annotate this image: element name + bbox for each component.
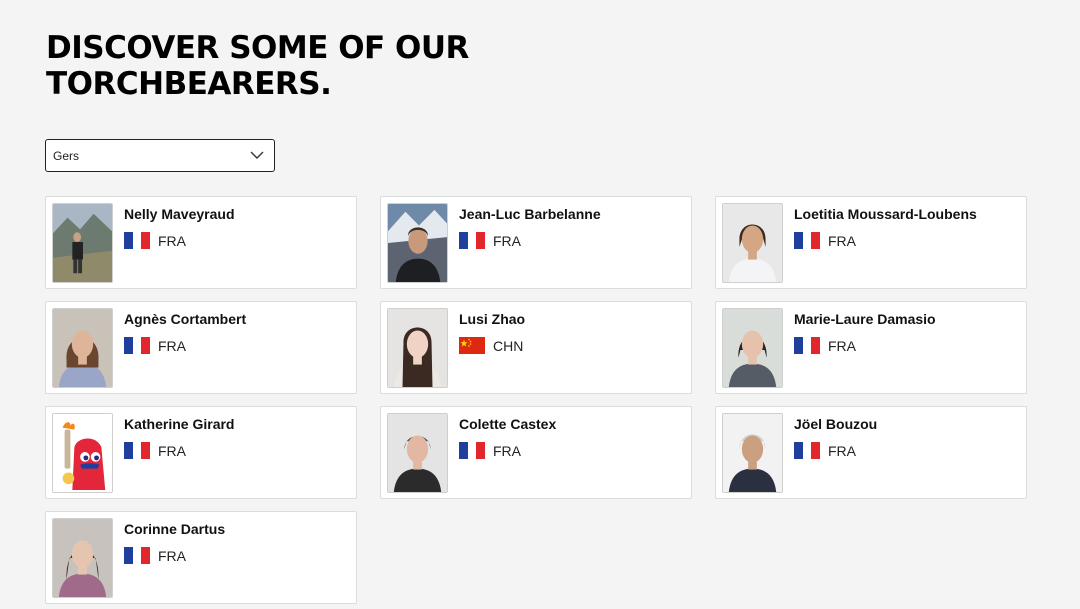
torchbearer-country: FRA bbox=[124, 337, 186, 354]
torchbearer-card[interactable]: Jöel Bouzou FRA bbox=[715, 406, 1027, 499]
torchbearer-country: FRA bbox=[794, 337, 856, 354]
torchbearer-country: FRA bbox=[124, 232, 186, 249]
france-flag-icon bbox=[124, 547, 150, 564]
france-flag-icon bbox=[459, 232, 485, 249]
country-code: FRA bbox=[828, 442, 856, 459]
france-flag-icon bbox=[124, 232, 150, 249]
title-line-1: DISCOVER SOME OF OUR bbox=[46, 30, 469, 66]
title-line-2: TORCHBEARERS. bbox=[46, 66, 332, 102]
torchbearer-photo bbox=[52, 203, 113, 283]
torchbearer-country: FRA bbox=[794, 442, 856, 459]
torchbearer-photo bbox=[722, 308, 783, 388]
region-select-value: Gers bbox=[53, 148, 80, 163]
page-title: DISCOVER SOME OF OUR TORCHBEARERS. bbox=[46, 30, 469, 102]
torchbearer-card[interactable]: Nelly Maveyraud FRA bbox=[45, 196, 357, 289]
torchbearer-name: Agnès Cortambert bbox=[124, 311, 247, 327]
torchbearer-card[interactable]: Colette Castex FRA bbox=[380, 406, 692, 499]
torchbearer-name: Katherine Girard bbox=[124, 416, 235, 432]
torchbearer-card[interactable]: Loetitia Moussard-Loubens FRA bbox=[715, 196, 1027, 289]
region-select[interactable]: Gers bbox=[45, 139, 275, 172]
torchbearer-name: Nelly Maveyraud bbox=[124, 206, 235, 222]
torchbearer-photo bbox=[52, 413, 113, 493]
france-flag-icon bbox=[794, 232, 820, 249]
france-flag-icon bbox=[794, 337, 820, 354]
country-code: FRA bbox=[493, 232, 521, 249]
torchbearer-photo bbox=[722, 203, 783, 283]
country-code: FRA bbox=[158, 442, 186, 459]
torchbearer-country: FRA bbox=[459, 442, 521, 459]
country-code: FRA bbox=[828, 232, 856, 249]
torchbearer-name: Loetitia Moussard-Loubens bbox=[794, 206, 977, 222]
torchbearer-photo bbox=[387, 308, 448, 388]
country-code: FRA bbox=[493, 442, 521, 459]
france-flag-icon bbox=[124, 337, 150, 354]
china-flag-icon bbox=[459, 337, 485, 354]
country-code: FRA bbox=[158, 232, 186, 249]
torchbearer-name: Jöel Bouzou bbox=[794, 416, 878, 432]
torchbearer-photo bbox=[722, 413, 783, 493]
torchbearer-photo bbox=[387, 413, 448, 493]
country-code: FRA bbox=[828, 337, 856, 354]
torchbearer-card[interactable]: Jean-Luc Barbelanne FRA bbox=[380, 196, 692, 289]
torchbearer-name: Marie-Laure Damasio bbox=[794, 311, 936, 327]
country-code: FRA bbox=[158, 337, 186, 354]
torchbearer-country: FRA bbox=[124, 547, 186, 564]
torchbearer-grid: Nelly Maveyraud FRA Jean-Luc Barbelanne FRA… bbox=[45, 196, 1027, 604]
torchbearer-name: Colette Castex bbox=[459, 416, 557, 432]
torchbearer-card[interactable]: Katherine Girard FRA bbox=[45, 406, 357, 499]
torchbearer-card[interactable]: Lusi Zhao CHN bbox=[380, 301, 692, 394]
torchbearer-name: Jean-Luc Barbelanne bbox=[459, 206, 601, 222]
france-flag-icon bbox=[459, 442, 485, 459]
country-code: FRA bbox=[158, 547, 186, 564]
torchbearer-photo bbox=[52, 308, 113, 388]
torchbearer-card[interactable]: Corinne Dartus FRA bbox=[45, 511, 357, 604]
france-flag-icon bbox=[794, 442, 820, 459]
torchbearers-page: DISCOVER SOME OF OUR TORCHBEARERS. Gers … bbox=[0, 0, 1080, 609]
torchbearer-country: CHN bbox=[459, 337, 523, 354]
chevron-down-icon bbox=[250, 151, 264, 161]
torchbearer-photo bbox=[387, 203, 448, 283]
torchbearer-name: Corinne Dartus bbox=[124, 521, 226, 537]
torchbearer-name: Lusi Zhao bbox=[459, 311, 526, 327]
torchbearer-country: FRA bbox=[459, 232, 521, 249]
torchbearer-country: FRA bbox=[794, 232, 856, 249]
france-flag-icon bbox=[124, 442, 150, 459]
country-code: CHN bbox=[493, 337, 524, 354]
torchbearer-country: FRA bbox=[124, 442, 186, 459]
torchbearer-card[interactable]: Agnès Cortambert FRA bbox=[45, 301, 357, 394]
torchbearer-photo bbox=[52, 518, 113, 598]
torchbearer-card[interactable]: Marie-Laure Damasio FRA bbox=[715, 301, 1027, 394]
